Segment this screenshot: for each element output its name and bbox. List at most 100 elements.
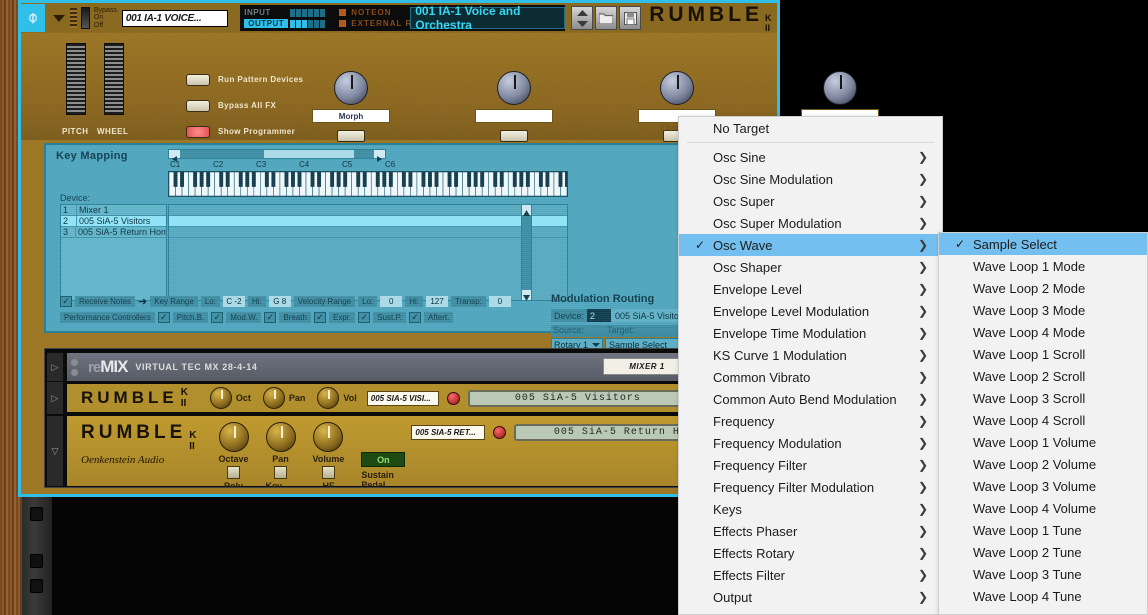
menu-item[interactable]: Wave Loop 2 Volume <box>939 453 1147 475</box>
record-led-icon[interactable] <box>446 391 460 405</box>
folder-icon[interactable] <box>595 6 618 30</box>
map-row[interactable] <box>169 216 567 227</box>
menu-item[interactable]: Wave Loop 4 Mode <box>939 321 1147 343</box>
device-row[interactable]: 1 Mixer 1 <box>61 205 166 216</box>
sustain-checkbox[interactable]: ✓ <box>358 312 371 323</box>
menu-item[interactable]: Wave Loop 3 Mode <box>939 299 1147 321</box>
menu-item[interactable]: Wave Loop 1 Scroll <box>939 343 1147 365</box>
chevron-down-icon[interactable] <box>53 14 65 22</box>
receive-notes-checkbox[interactable]: ✓ <box>60 296 72 307</box>
menu-item[interactable]: Wave Loop 2 Scroll <box>939 365 1147 387</box>
menu-item[interactable]: Frequency Modulation ❯ <box>679 432 942 454</box>
chevron-down-icon[interactable] <box>592 342 600 347</box>
menu-item[interactable]: Osc Shaper ❯ <box>679 256 942 278</box>
menu-item[interactable]: Output ❯ <box>679 586 942 608</box>
scroll-up-icon[interactable] <box>522 205 531 216</box>
patch-display-1[interactable]: 005 SiA-5 Visitors <box>467 389 688 407</box>
knob-icon[interactable] <box>660 71 694 105</box>
menu-item[interactable]: Effects Rotary ❯ <box>679 542 942 564</box>
map-vscrollbar[interactable] <box>521 204 532 301</box>
device-list[interactable]: 1 Mixer 1 2 005 SiA-5 Visitors 3 005 SiA… <box>60 204 167 301</box>
rack-expand-toggle[interactable]: ▷ <box>47 382 63 414</box>
menu-item[interactable]: Keys ❯ <box>679 498 942 520</box>
patch-browser-field-1[interactable]: 005 SIA-5 VISI... <box>366 390 439 406</box>
menu-item[interactable]: Wave Loop 3 Scroll <box>939 387 1147 409</box>
pitchbend-checkbox[interactable]: ✓ <box>157 312 170 323</box>
device-badge-icon[interactable]: ⌽ <box>21 4 45 32</box>
menu-item[interactable]: Wave Loop 3 Tune <box>939 563 1147 585</box>
option-run-pattern-devices[interactable]: Run Pattern Devices <box>186 71 303 88</box>
led-icon[interactable] <box>186 99 210 112</box>
macro-button-2[interactable] <box>500 130 528 142</box>
knob-icon[interactable] <box>497 71 531 105</box>
context-submenu-osc-wave[interactable]: ✓ Sample Select Wave Loop 1 Mode Wave Loop … <box>938 232 1148 615</box>
bypass-switch[interactable]: Bypass On Off <box>80 7 117 30</box>
menu-item[interactable]: Osc Sine Modulation ❯ <box>679 168 942 190</box>
menu-item[interactable]: Envelope Level ❯ <box>679 278 942 300</box>
key-range-lo-value[interactable]: C -2 <box>222 296 245 307</box>
menu-item[interactable]: Effects Phaser ❯ <box>679 520 942 542</box>
menu-item[interactable]: Osc Super ❯ <box>679 190 942 212</box>
bypass-slider-icon[interactable] <box>80 7 90 29</box>
knob-icon[interactable] <box>334 71 368 105</box>
menu-item[interactable]: Wave Loop 1 Mode <box>939 255 1147 277</box>
mod-wheel[interactable] <box>104 43 124 115</box>
knob-icon[interactable] <box>823 71 857 105</box>
device-row[interactable]: 2 005 SiA-5 Visitors <box>61 216 166 227</box>
menu-item[interactable]: Effects Filter ❯ <box>679 564 942 586</box>
velocity-hi-value[interactable]: 127 <box>426 296 449 307</box>
menu-item[interactable]: Wave Loop 3 Volume <box>939 475 1147 497</box>
knob-icon[interactable] <box>218 422 249 452</box>
transpose-value[interactable]: 0 <box>488 296 511 307</box>
menu-item[interactable]: Frequency ❯ <box>679 410 942 432</box>
menu-item[interactable]: Osc Super Modulation ❯ <box>679 212 942 234</box>
menu-item[interactable]: Envelope Time Modulation ❯ <box>679 322 942 344</box>
key-range-hi-value[interactable]: G 8 <box>268 296 291 307</box>
menu-item[interactable]: Common Auto Bend Modulation ❯ <box>679 388 942 410</box>
option-show-programmer[interactable]: Show Programmer <box>186 123 303 140</box>
knob-icon[interactable] <box>209 387 232 409</box>
menu-item[interactable]: No Target <box>679 117 942 139</box>
patch-display-2[interactable]: 005 SiA-5 Return Home <box>514 423 703 441</box>
key-map-rows[interactable] <box>168 204 568 301</box>
led-icon[interactable] <box>186 73 210 86</box>
patch-select-field[interactable]: 001 IA-1 VOICE... <box>121 9 229 27</box>
menu-item[interactable]: Wave Loop 2 Mode <box>939 277 1147 299</box>
menu-item[interactable]: Envelope Level Modulation ❯ <box>679 300 942 322</box>
macro-knob-1-field[interactable]: Morph <box>312 109 390 123</box>
scroll-left-icon[interactable] <box>169 150 180 162</box>
menu-item[interactable]: Wave Loop 4 Tune <box>939 585 1147 607</box>
menu-item[interactable]: Wave Loop 4 Scroll <box>939 409 1147 431</box>
knob-icon[interactable] <box>317 387 340 409</box>
key-pan-button[interactable] <box>274 466 288 479</box>
menu-item[interactable]: Frequency Filter ❯ <box>679 454 942 476</box>
pitch-wheel[interactable] <box>66 43 86 115</box>
patch-browser-field-2[interactable]: 005 SIA-5 RET... <box>411 424 486 440</box>
knob-icon[interactable] <box>313 422 344 452</box>
menu-item[interactable]: ✓ Sample Select <box>939 233 1147 255</box>
scroll-thumb[interactable] <box>264 150 354 158</box>
device-row[interactable]: 3 005 SiA-5 Return Home <box>61 227 166 238</box>
menu-item[interactable]: ✓ Osc Wave ❯ <box>679 234 942 256</box>
piano-keyboard[interactable] <box>168 171 568 197</box>
record-led-icon[interactable] <box>493 425 507 439</box>
menu-item[interactable]: Common Vibrato ❯ <box>679 366 942 388</box>
menu-item[interactable]: KS Curve 1 Modulation ❯ <box>679 344 942 366</box>
menu-item[interactable]: Wave Loop 1 Volume <box>939 431 1147 453</box>
macro-knob-2-field[interactable] <box>475 109 553 123</box>
map-row[interactable] <box>169 205 567 216</box>
menu-item[interactable]: Wave Loop 2 Tune <box>939 541 1147 563</box>
spinner-up-down-icon[interactable] <box>571 6 594 30</box>
keyboard-hscrollbar[interactable] <box>168 149 386 162</box>
option-bypass-all-fx[interactable]: Bypass All FX <box>186 97 303 114</box>
knob-icon[interactable] <box>262 387 285 409</box>
macro-button-1[interactable] <box>337 130 365 142</box>
expression-checkbox[interactable]: ✓ <box>313 312 326 323</box>
velocity-lo-value[interactable]: 0 <box>380 296 403 307</box>
menu-item[interactable]: Osc Sine ❯ <box>679 146 942 168</box>
rack-expand-toggle[interactable]: ▷ <box>47 353 63 381</box>
aftertouch-checkbox[interactable]: ✓ <box>408 312 421 323</box>
rack-collapse-toggle[interactable]: ▽ <box>47 416 63 486</box>
scroll-right-icon[interactable] <box>374 150 385 162</box>
drag-handle[interactable] <box>70 8 77 28</box>
